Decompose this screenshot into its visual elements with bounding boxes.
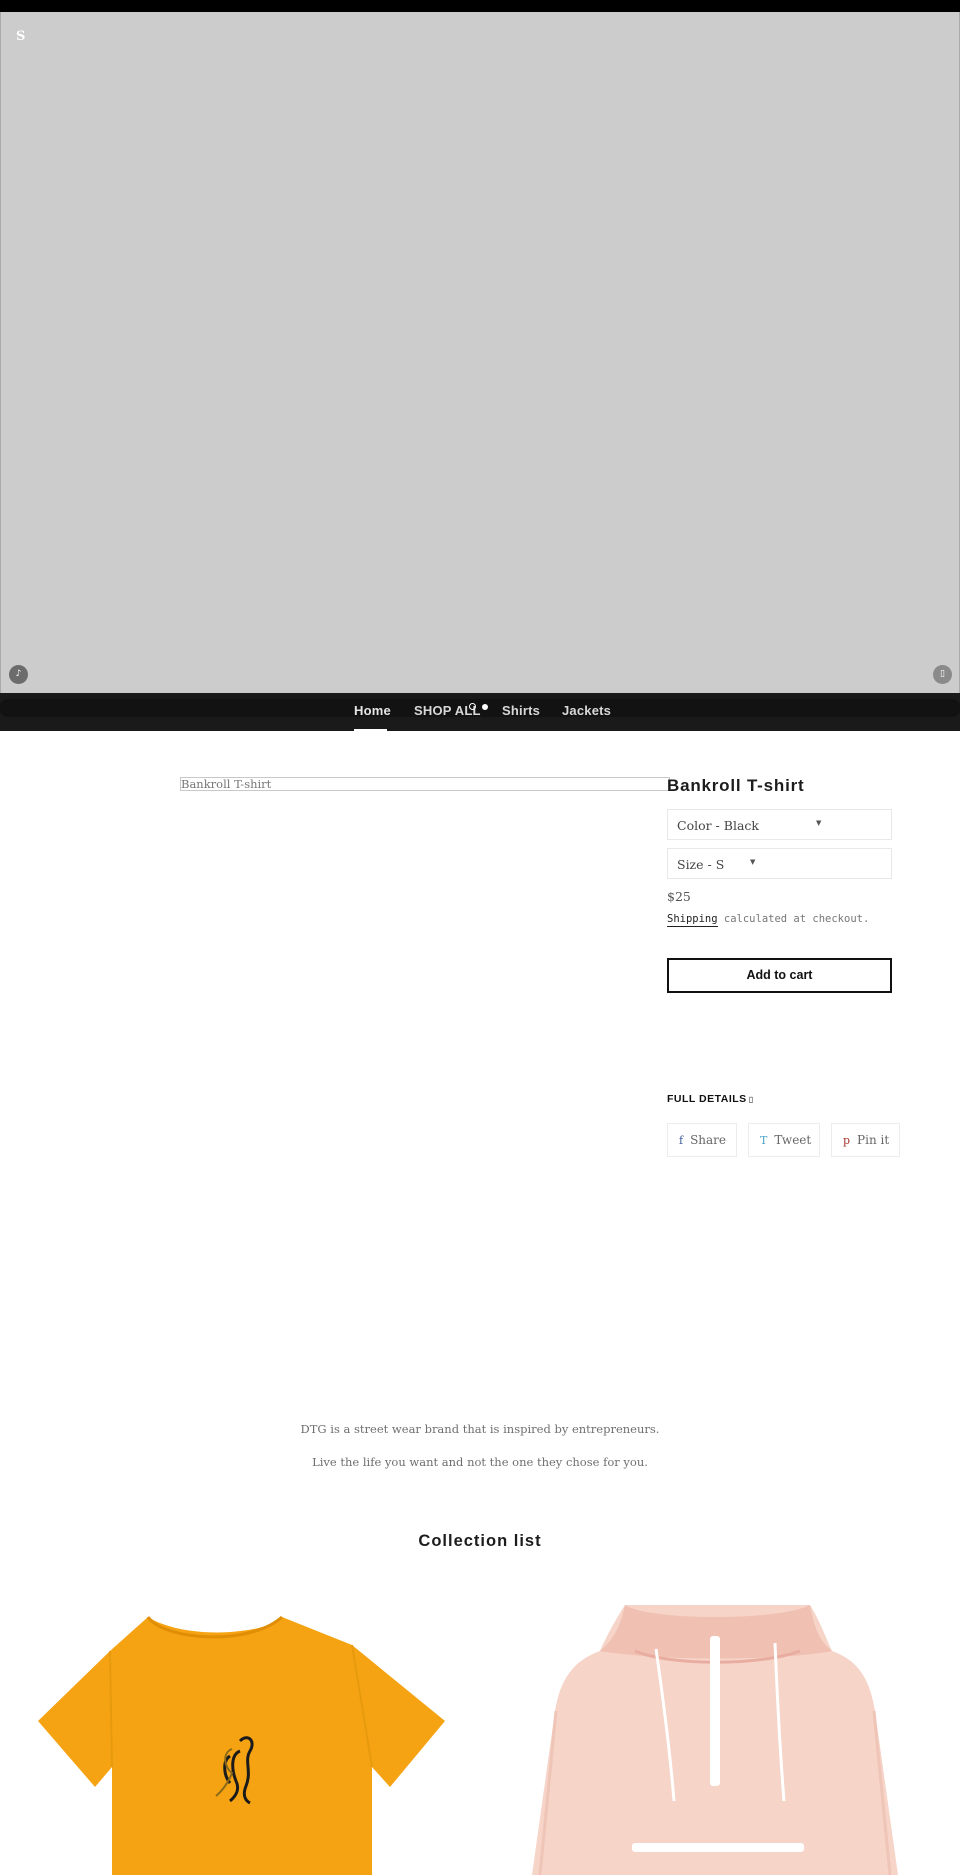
slideshow-pause-icon[interactable]: ▯: [933, 665, 952, 684]
top-strip: [0, 0, 960, 12]
chevron-down-icon: ▼: [750, 858, 756, 866]
product-title: Bankroll T-shirt: [667, 776, 805, 795]
share-pinterest-button[interactable]: p Pin it: [831, 1123, 900, 1157]
collection-card-shirts[interactable]: [0, 1591, 480, 1875]
shipping-note: Shipping calculated at checkout.: [667, 913, 870, 927]
add-to-cart-button[interactable]: Add to cart: [667, 958, 892, 993]
hero-slideshow: S ♪ ▯: [0, 12, 960, 693]
share-facebook-button[interactable]: f Share: [667, 1123, 737, 1157]
chevron-down-icon: ▼: [816, 819, 822, 827]
music-note-icon[interactable]: ♪: [9, 665, 28, 684]
orange-tshirt-image: [0, 1591, 480, 1875]
nav-active-indicator: [354, 729, 387, 732]
jacket-pocket-zipper: [632, 1843, 804, 1852]
full-details-label: FULL DETAILS: [667, 1093, 747, 1105]
main-navigation: Home SHOP ALL Shirts Jackets: [0, 693, 960, 731]
site-logo[interactable]: S: [16, 29, 25, 44]
arrow-right-icon: ▯: [748, 1095, 754, 1104]
cursor-ring-icon: [469, 703, 476, 710]
collection-list-title: Collection list: [418, 1532, 542, 1550]
size-select-value: Size - S: [677, 857, 725, 872]
nav-item-home[interactable]: Home: [354, 703, 391, 718]
color-select-value: Color - Black: [677, 818, 759, 833]
share-twitter-button[interactable]: T Tweet: [748, 1123, 820, 1157]
product-price: $25: [667, 889, 691, 904]
cursor-dot-icon: [482, 704, 488, 710]
facebook-icon: f: [679, 1134, 684, 1147]
jacket-zipper: [710, 1636, 720, 1786]
collection-card-jackets[interactable]: [480, 1591, 960, 1875]
nav-item-shirts[interactable]: Shirts: [502, 703, 540, 718]
twitter-icon: T: [760, 1134, 768, 1147]
share-twitter-label: Tweet: [774, 1133, 812, 1147]
full-details-link[interactable]: FULL DETAILS ▯: [667, 1093, 754, 1105]
size-select[interactable]: Size - S ▼: [667, 848, 892, 879]
pinterest-icon: p: [843, 1134, 851, 1147]
share-facebook-label: Share: [690, 1133, 727, 1147]
color-select[interactable]: Color - Black ▼: [667, 809, 892, 840]
pink-anorak-image: [480, 1591, 960, 1875]
nav-item-jackets[interactable]: Jackets: [562, 703, 611, 718]
share-pinterest-label: Pin it: [857, 1133, 890, 1147]
shipping-link[interactable]: Shipping: [667, 913, 718, 927]
about-text-line-2: Live the life you want and not the one t…: [312, 1455, 648, 1469]
shipping-text: calculated at checkout.: [717, 913, 870, 925]
about-text-line-1: DTG is a street wear brand that is inspi…: [300, 1422, 660, 1436]
product-image: Bankroll T-shirt: [180, 777, 670, 791]
